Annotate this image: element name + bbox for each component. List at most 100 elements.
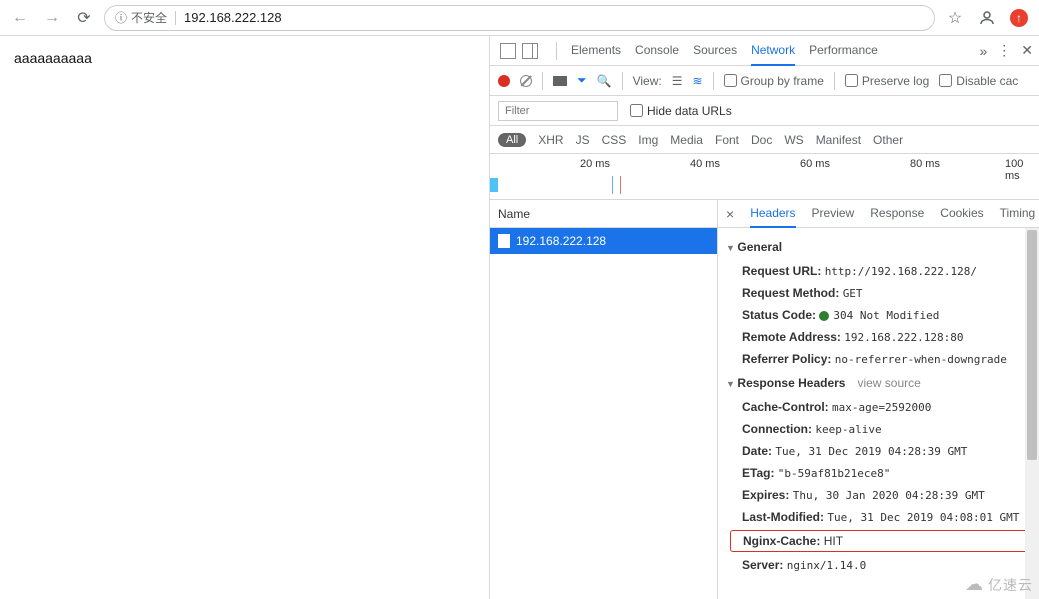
address-separator (175, 11, 176, 25)
devtools-more: » ⋮ ✕ (979, 42, 1033, 59)
tab-console[interactable]: Console (635, 36, 679, 66)
detail-close-icon[interactable]: × (726, 206, 734, 222)
type-ws[interactable]: WS (784, 133, 803, 147)
detail-tab-preview[interactable]: Preview (812, 200, 855, 228)
browser-toolbar: ← → ⟳ ⓘ 不安全 192.168.222.128 ☆ ↑ (0, 0, 1039, 36)
inspect-toggle-icons[interactable] (496, 43, 542, 59)
detail-tab-timing[interactable]: Timing (1000, 200, 1036, 228)
devtools-menu-icon[interactable]: ⋮ (997, 42, 1011, 59)
back-button[interactable]: ← (8, 6, 32, 30)
request-list: Name 192.168.222.128 (490, 200, 718, 599)
kv-cache-control: Cache-Control: max-age=2592000 (726, 396, 1031, 418)
request-row-name: 192.168.222.128 (516, 234, 606, 248)
opt-sep2 (622, 72, 623, 90)
opt-sep1 (542, 72, 543, 90)
security-info[interactable]: ⓘ 不安全 (115, 9, 167, 26)
request-detail: × Headers Preview Response Cookies Timin… (718, 200, 1039, 599)
hide-data-urls-input[interactable] (630, 104, 643, 117)
filter-row: Hide data URLs (490, 96, 1039, 126)
kv-date: Date: Tue, 31 Dec 2019 04:28:39 GMT (726, 440, 1031, 462)
timeline-load-line (620, 176, 621, 194)
opt-sep4 (834, 72, 835, 90)
group-by-frame-checkbox[interactable]: Group by frame (724, 74, 824, 88)
tab-separator (556, 42, 557, 60)
forward-button[interactable]: → (40, 6, 64, 30)
hide-data-urls-checkbox[interactable]: Hide data URLs (630, 104, 732, 118)
view-source-link[interactable]: view source (857, 376, 920, 390)
kv-status-code: Status Code: 304 Not Modified (726, 304, 1031, 326)
preserve-log-checkbox[interactable]: Preserve log (845, 74, 929, 88)
preserve-log-input[interactable] (845, 74, 858, 87)
disable-cache-checkbox[interactable]: Disable cac (939, 74, 1018, 88)
tick-100ms: 100 ms (1005, 158, 1039, 182)
group-by-frame-input[interactable] (724, 74, 737, 87)
address-url: 192.168.222.128 (184, 10, 282, 25)
detail-tab-headers[interactable]: Headers (750, 200, 795, 228)
section-response-headers[interactable]: Response Headersview source (726, 370, 1031, 396)
type-img[interactable]: Img (638, 133, 658, 147)
clear-button[interactable] (520, 75, 532, 87)
view-waterfall-icon[interactable]: ≋ (692, 74, 702, 88)
screenshot-icon[interactable] (553, 76, 567, 86)
type-doc[interactable]: Doc (751, 133, 772, 147)
view-label: View: (633, 74, 662, 88)
detail-tabs: × Headers Preview Response Cookies Timin… (718, 200, 1039, 228)
tick-40ms: 40 ms (690, 158, 720, 170)
type-font[interactable]: Font (715, 133, 739, 147)
main-area: aaaaaaaaaa Elements Console Sources Netw… (0, 36, 1039, 599)
tick-20ms: 20 ms (580, 158, 610, 170)
filter-input[interactable] (498, 101, 618, 121)
type-manifest[interactable]: Manifest (816, 133, 861, 147)
record-button[interactable] (498, 75, 510, 87)
timeline-domcontent-line (612, 176, 613, 194)
tab-performance[interactable]: Performance (809, 36, 878, 66)
more-tabs-icon[interactable]: » (979, 43, 987, 59)
kv-referrer-policy: Referrer Policy: no-referrer-when-downgr… (726, 348, 1031, 370)
tab-elements[interactable]: Elements (571, 36, 621, 66)
request-list-header[interactable]: Name (490, 200, 717, 228)
extension-alert-icon[interactable]: ↑ (1007, 9, 1031, 27)
tab-sources[interactable]: Sources (693, 36, 737, 66)
type-filter-row: All XHR JS CSS Img Media Font Doc WS Man… (490, 126, 1039, 154)
scroll-thumb[interactable] (1027, 230, 1037, 460)
type-js[interactable]: JS (576, 133, 590, 147)
search-icon[interactable]: 🔍 (597, 74, 612, 88)
reload-button[interactable]: ⟳ (72, 6, 96, 30)
section-general[interactable]: General (726, 234, 1031, 260)
kv-etag: ETag: "b-59af81b21ece8" (726, 462, 1031, 484)
devtools-panel: Elements Console Sources Network Perform… (489, 36, 1039, 599)
detail-tab-response[interactable]: Response (870, 200, 924, 228)
detail-body[interactable]: General Request URL: http://192.168.222.… (718, 228, 1039, 599)
page-content: aaaaaaaaaa (0, 36, 489, 599)
filter-toggle-icon[interactable]: ⏷ (577, 73, 587, 88)
detail-scrollbar[interactable] (1025, 228, 1039, 599)
kv-expires: Expires: Thu, 30 Jan 2020 04:28:39 GMT (726, 484, 1031, 506)
type-media[interactable]: Media (670, 133, 703, 147)
document-icon (498, 234, 510, 248)
type-css[interactable]: CSS (602, 133, 627, 147)
detail-tab-cookies[interactable]: Cookies (940, 200, 983, 228)
kv-nginx-cache: Nginx-Cache: HIT (730, 530, 1031, 552)
type-xhr[interactable]: XHR (538, 133, 563, 147)
page-body-text: aaaaaaaaaa (14, 50, 92, 66)
kv-request-url: Request URL: http://192.168.222.128/ (726, 260, 1031, 282)
devtools-close-icon[interactable]: ✕ (1021, 42, 1033, 59)
profile-icon[interactable] (975, 9, 999, 27)
tick-80ms: 80 ms (910, 158, 940, 170)
kv-last-modified: Last-Modified: Tue, 31 Dec 2019 04:08:01… (726, 506, 1031, 528)
address-bar[interactable]: ⓘ 不安全 192.168.222.128 (104, 5, 935, 31)
timeline[interactable]: 20 ms 40 ms 60 ms 80 ms 100 ms (490, 154, 1039, 200)
view-large-icon[interactable]: ☰ (672, 74, 683, 88)
devtools-tabs: Elements Console Sources Network Perform… (490, 36, 1039, 66)
disable-cache-input[interactable] (939, 74, 952, 87)
bookmark-icon[interactable]: ☆ (943, 8, 967, 28)
kv-connection: Connection: keep-alive (726, 418, 1031, 440)
inspect-icon[interactable] (500, 43, 516, 59)
type-other[interactable]: Other (873, 133, 903, 147)
timeline-request-bar (490, 178, 498, 192)
tab-network[interactable]: Network (751, 36, 795, 66)
type-all[interactable]: All (498, 133, 526, 147)
kv-remote-address: Remote Address: 192.168.222.128:80 (726, 326, 1031, 348)
request-row[interactable]: 192.168.222.128 (490, 228, 717, 254)
device-toolbar-icon[interactable] (522, 43, 538, 59)
